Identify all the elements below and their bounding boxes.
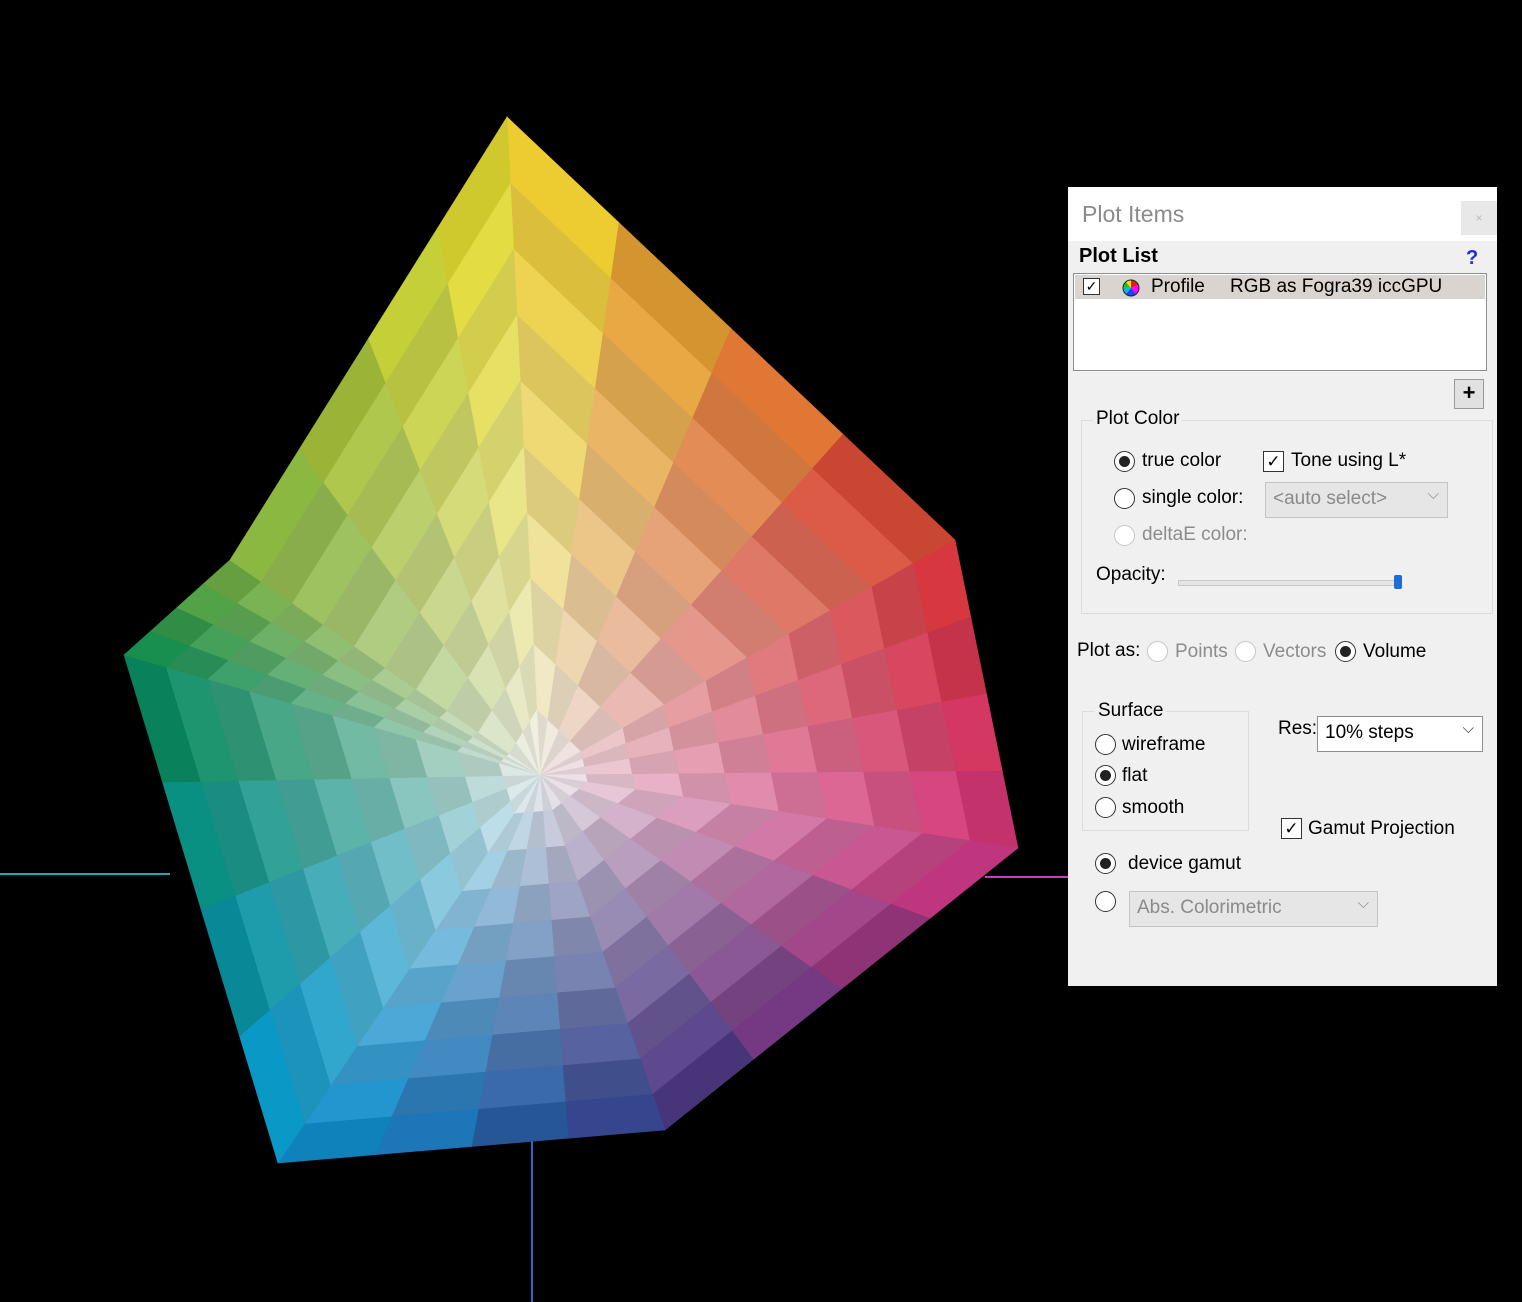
opacity-slider-track[interactable] bbox=[1178, 580, 1402, 586]
panel-titlebar[interactable]: Plot Items × bbox=[1068, 187, 1497, 241]
true-color-label: true color bbox=[1142, 450, 1222, 471]
gamut-projection-checkbox[interactable]: ✓ bbox=[1281, 818, 1302, 839]
gamut-projection-label: Gamut Projection bbox=[1308, 818, 1455, 839]
single-color-radio[interactable] bbox=[1114, 488, 1135, 509]
res-value: 10% steps bbox=[1325, 722, 1414, 743]
plot-item-type: Profile bbox=[1151, 276, 1205, 297]
close-button[interactable]: × bbox=[1461, 201, 1497, 235]
chevron-down-icon: ⌵ bbox=[1357, 895, 1369, 912]
color-wheel-icon bbox=[1122, 279, 1140, 297]
gamut-facet bbox=[565, 1094, 666, 1139]
plot-as-label: Plot as: bbox=[1077, 640, 1141, 661]
single-color-select[interactable]: <auto select> ⌵ bbox=[1265, 482, 1448, 518]
vectors-label: Vectors bbox=[1263, 641, 1327, 662]
deltae-color-radio[interactable] bbox=[1114, 525, 1135, 546]
opacity-label: Opacity: bbox=[1096, 564, 1166, 585]
wireframe-radio[interactable] bbox=[1095, 734, 1116, 755]
tone-using-l-label: Tone using L* bbox=[1291, 450, 1407, 471]
volume-label: Volume bbox=[1363, 641, 1427, 662]
deltae-color-label: deltaE color: bbox=[1142, 524, 1248, 545]
smooth-radio[interactable] bbox=[1095, 797, 1116, 818]
intent-radio[interactable] bbox=[1095, 891, 1116, 912]
plot-items-panel: Plot Items × Plot List ? ✓ Profile RGB a… bbox=[1068, 187, 1497, 986]
gamut-facet bbox=[498, 956, 558, 999]
flat-radio[interactable] bbox=[1095, 765, 1116, 786]
device-gamut-label: device gamut bbox=[1128, 853, 1242, 874]
gamut-facet bbox=[505, 919, 555, 962]
plot-list[interactable]: ✓ Profile RGB as Fogra39 iccGPU bbox=[1073, 273, 1487, 371]
gamut-facet bbox=[484, 1028, 563, 1073]
wireframe-label: wireframe bbox=[1122, 734, 1206, 755]
smooth-label: smooth bbox=[1122, 797, 1185, 818]
volume-radio[interactable] bbox=[1335, 641, 1356, 662]
rendering-intent-value: Abs. Colorimetric bbox=[1137, 897, 1282, 918]
gamut-facet bbox=[471, 1101, 569, 1147]
gamut-facet bbox=[556, 987, 628, 1030]
single-color-value: <auto select> bbox=[1273, 488, 1388, 509]
plot-list-label: Plot List bbox=[1079, 245, 1158, 267]
flat-label: flat bbox=[1122, 765, 1148, 786]
surface-label: Surface bbox=[1095, 700, 1167, 722]
tone-using-l-checkbox[interactable]: ✓ bbox=[1263, 451, 1284, 472]
plot-item-name: RGB as Fogra39 iccGPU bbox=[1230, 276, 1443, 297]
gamut-facet bbox=[559, 1023, 641, 1066]
chevron-down-icon: ⌵ bbox=[1462, 720, 1474, 737]
plot-color-label: Plot Color bbox=[1093, 408, 1183, 430]
add-plot-item-button[interactable]: + bbox=[1454, 379, 1484, 409]
help-icon[interactable]: ? bbox=[1466, 247, 1478, 270]
panel-title: Plot Items bbox=[1082, 201, 1185, 227]
device-gamut-radio[interactable] bbox=[1095, 853, 1116, 874]
vectors-radio[interactable] bbox=[1235, 641, 1256, 662]
single-color-label: single color: bbox=[1142, 487, 1244, 508]
plot-item-checkbox[interactable]: ✓ bbox=[1083, 278, 1100, 295]
points-label: Points bbox=[1175, 641, 1228, 662]
res-label: Res: bbox=[1278, 718, 1318, 739]
opacity-slider-thumb[interactable] bbox=[1394, 575, 1402, 589]
list-item[interactable]: ✓ Profile RGB as Fogra39 iccGPU bbox=[1075, 275, 1485, 299]
gamut-facet bbox=[491, 992, 561, 1036]
res-select[interactable]: 10% steps ⌵ bbox=[1317, 716, 1483, 752]
chevron-down-icon: ⌵ bbox=[1427, 486, 1439, 503]
true-color-radio[interactable] bbox=[1114, 451, 1135, 472]
rendering-intent-select[interactable]: Abs. Colorimetric ⌵ bbox=[1129, 891, 1378, 927]
points-radio[interactable] bbox=[1147, 641, 1168, 662]
